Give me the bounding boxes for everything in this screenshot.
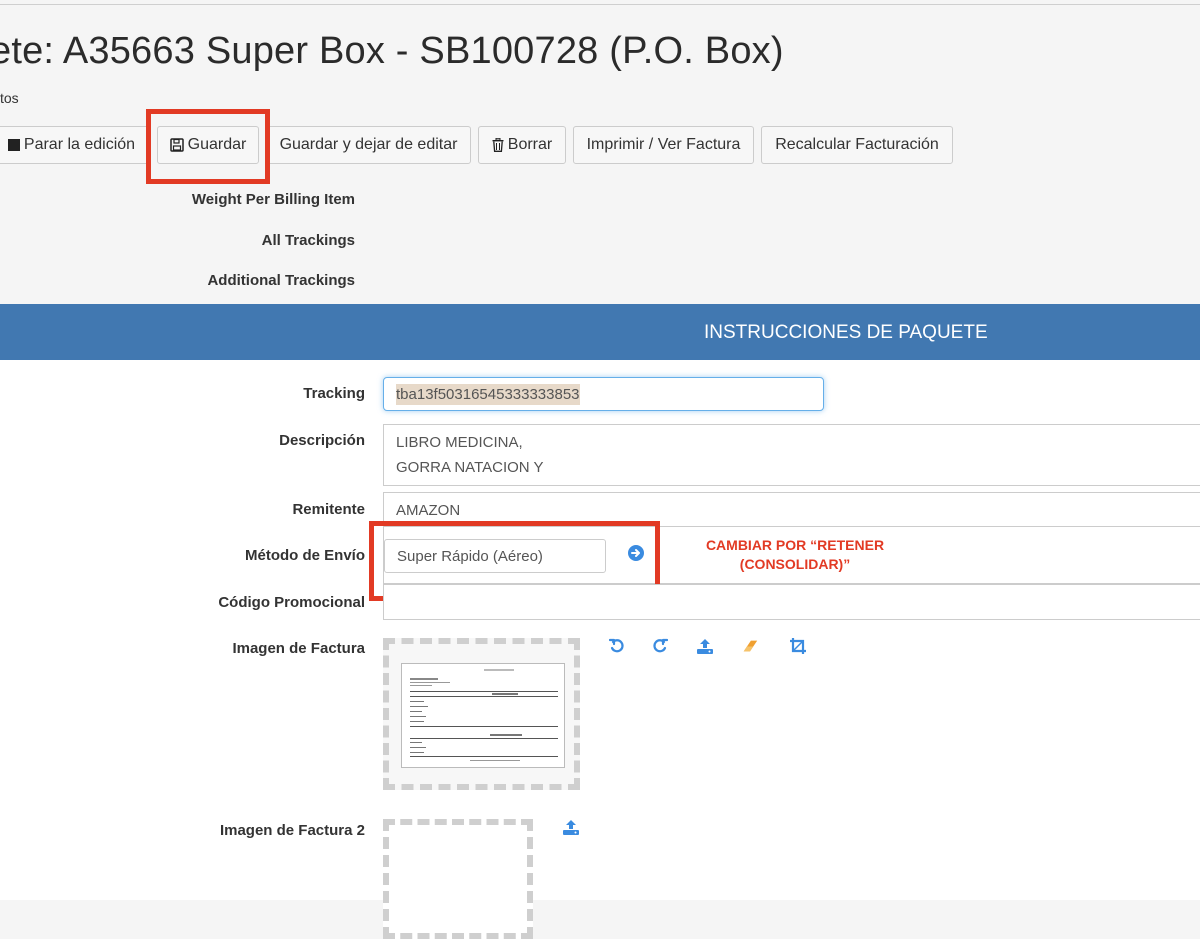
- stop-edit-label: Parar la edición: [23, 136, 136, 153]
- sender-value: AMAZON: [396, 501, 461, 519]
- invoice-image-2-dropzone[interactable]: [383, 819, 533, 939]
- all-trackings-label: All Trackings: [261, 232, 355, 249]
- delete-label: Borrar: [507, 136, 553, 153]
- description-line-2: GORRA NATACION Y: [396, 459, 544, 476]
- sender-label: Remitente: [292, 501, 365, 518]
- tracking-label: Tracking: [303, 385, 365, 402]
- promo-code-input[interactable]: [383, 584, 1200, 620]
- stop-edit-button[interactable]: Parar la edición: [0, 126, 149, 164]
- rotate-right-icon[interactable]: [651, 637, 669, 655]
- recalculate-billing-label: Recalcular Facturación: [775, 136, 939, 153]
- save-and-stop-label: Guardar y dejar de editar: [279, 136, 458, 153]
- crop-icon[interactable]: [789, 637, 807, 655]
- page-title: ete: A35663 Super Box - SB100728 (P.O. B…: [0, 30, 784, 72]
- weight-per-billing-label: Weight Per Billing Item: [191, 191, 355, 208]
- invoice-thumbnail: [401, 663, 565, 768]
- print-invoice-label: Imprimir / Ver Factura: [586, 136, 741, 153]
- annotation-note: CAMBIAR POR “RETENER (CONSOLIDAR)”: [680, 536, 910, 574]
- invoice-image-dropzone[interactable]: [383, 638, 580, 790]
- promo-code-label: Código Promocional: [218, 594, 365, 611]
- trash-icon: [492, 138, 504, 152]
- upload-icon-2[interactable]: [562, 818, 580, 836]
- description-textarea[interactable]: LIBRO MEDICINA, GORRA NATACION Y: [383, 424, 1200, 486]
- rotate-left-icon[interactable]: [608, 637, 626, 655]
- print-invoice-button[interactable]: Imprimir / Ver Factura: [573, 126, 754, 164]
- annotation-line-2: (CONSOLIDAR)”: [739, 556, 851, 572]
- breadcrumb[interactable]: tos: [0, 90, 19, 106]
- description-line-1: LIBRO MEDICINA,: [396, 434, 523, 451]
- additional-trackings-label: Additional Trackings: [207, 272, 355, 289]
- recalculate-billing-button[interactable]: Recalcular Facturación: [761, 126, 953, 164]
- tracking-input[interactable]: tba13f50316545333333853: [383, 377, 824, 411]
- upload-icon[interactable]: [696, 637, 714, 655]
- annotation-line-1: CAMBIAR POR “RETENER: [705, 537, 885, 553]
- tracking-value: tba13f50316545333333853: [396, 383, 580, 405]
- eraser-icon[interactable]: [741, 637, 759, 655]
- invoice-image-2-label: Imagen de Factura 2: [219, 822, 365, 839]
- stop-icon: [7, 139, 20, 151]
- description-label: Descripción: [279, 432, 365, 449]
- highlight-save-box: [146, 109, 270, 184]
- section-header: INSTRUCCIONES DE PAQUETE: [0, 304, 1200, 360]
- invoice-image-label: Imagen de Factura: [232, 640, 365, 657]
- shipping-method-label: Método de Envío: [245, 547, 365, 564]
- delete-button[interactable]: Borrar: [478, 126, 566, 164]
- section-title: INSTRUCCIONES DE PAQUETE: [704, 322, 988, 343]
- save-and-stop-button[interactable]: Guardar y dejar de editar: [266, 126, 471, 164]
- top-divider: [0, 4, 1200, 5]
